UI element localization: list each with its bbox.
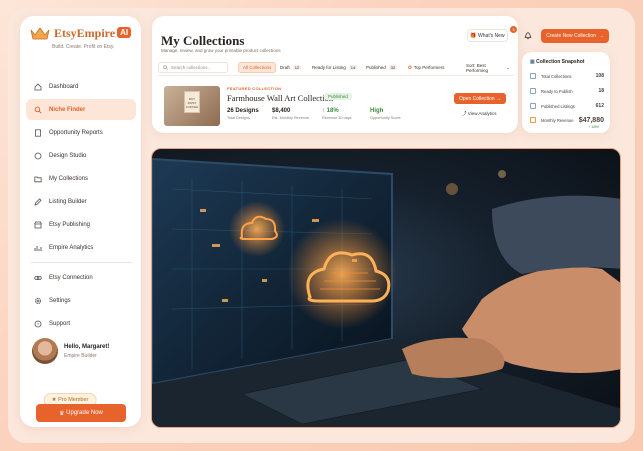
sidebar-item-settings[interactable]: Settings xyxy=(26,290,136,311)
collection-thumbnail: BUT FIRST COFFEE xyxy=(164,86,220,126)
link-icon xyxy=(34,275,42,280)
sidebar-item-label: Design Studio xyxy=(49,152,87,159)
stat-opportunity: High Opportunity Score xyxy=(370,108,401,120)
brand-name: EtsyEmpire AI xyxy=(54,26,132,41)
sidebar-nav: Dashboard Niche Finder Opportunity Repor… xyxy=(26,76,136,336)
featured-collection-card[interactable]: BUT FIRST COFFEE FEATURED COLLECTION Far… xyxy=(158,86,514,128)
sidebar-item-opportunity-reports[interactable]: Opportunity Reports xyxy=(26,122,136,143)
crown-icon xyxy=(30,26,50,39)
sidebar-item-etsy-connection[interactable]: Etsy Connection xyxy=(26,267,136,288)
sidebar-item-niche-finder[interactable]: Niche Finder xyxy=(26,99,136,120)
hero-image xyxy=(151,148,621,428)
svg-text:?: ? xyxy=(37,321,40,326)
profile-greeting: Hello, Margaret! xyxy=(64,343,110,350)
sort-select[interactable]: Sort: Best Performing ⌄ xyxy=(462,62,514,73)
gear-icon xyxy=(34,297,42,304)
collection-snapshot: ▦ Collection Snapshot Total Collections 1… xyxy=(522,52,610,133)
sidebar-item-empire-analytics[interactable]: Empire Analytics xyxy=(26,237,136,258)
sidebar-item-label: Etsy Publishing xyxy=(49,221,91,228)
sidebar-item-label: Etsy Connection xyxy=(49,274,93,281)
star-icon: ✪ xyxy=(408,64,412,70)
snapshot-growth: ↑ 18% xyxy=(588,124,600,129)
filter-chip-all[interactable]: All Collections xyxy=(238,62,277,73)
shop-icon xyxy=(530,103,536,109)
user-profile[interactable]: Hello, Margaret! Empire Builder ⌄ xyxy=(32,338,157,364)
filter-bar: Search collections... All Collections Dr… xyxy=(158,62,514,76)
sidebar-item-label: My Collections xyxy=(49,175,89,182)
chip-count: 12 xyxy=(292,65,302,70)
home-icon xyxy=(34,82,42,90)
status-badge: Published xyxy=(324,93,352,100)
nav-divider xyxy=(30,262,132,263)
grid-icon: ▦ xyxy=(530,59,535,65)
sidebar-item-label: Settings xyxy=(49,297,71,304)
open-collection-button[interactable]: Open Collection → xyxy=(454,93,506,104)
sidebar-item-dashboard[interactable]: Dashboard xyxy=(26,76,136,97)
bell-icon[interactable] xyxy=(524,31,532,40)
folder-icon xyxy=(34,176,42,182)
check-icon xyxy=(530,88,536,94)
search-icon xyxy=(34,106,42,114)
laptop-cloud-illustration xyxy=(152,157,620,427)
featured-tag: FEATURED COLLECTION xyxy=(227,86,282,91)
filter-chip-top-performers[interactable]: ✪ Top Performers xyxy=(404,62,449,73)
snapshot-row-total: Total Collections 108 xyxy=(530,71,604,81)
tagline: Build. Create. Profit on Etsy. xyxy=(52,44,115,50)
palette-icon xyxy=(34,152,42,159)
avatar xyxy=(32,338,58,364)
sidebar-item-label: Dashboard xyxy=(49,83,79,90)
chart-icon xyxy=(34,245,42,251)
sidebar-item-my-collections[interactable]: My Collections xyxy=(26,168,136,189)
pencil-icon xyxy=(34,197,42,206)
whats-new-button[interactable]: 🎁 What's New xyxy=(467,29,508,42)
filter-chip-published[interactable]: Published 32 xyxy=(362,62,401,73)
sidebar-item-label: Empire Analytics xyxy=(49,244,94,251)
file-icon xyxy=(35,128,41,137)
search-input[interactable]: Search collections... xyxy=(158,62,228,73)
profile-role: Empire Builder xyxy=(64,352,97,359)
collections-panel: My Collections Manage, review, and grow … xyxy=(152,16,518,133)
chip-count: 32 xyxy=(388,65,398,70)
notification-count-badge: 3 xyxy=(510,26,517,33)
sidebar: EtsyEmpire AI Build. Create. Profit on Et… xyxy=(20,16,157,427)
folder-icon xyxy=(530,73,536,79)
sidebar-item-label: Support xyxy=(49,320,71,327)
logo[interactable]: EtsyEmpire AI xyxy=(30,26,132,41)
sidebar-item-label: Listing Builder xyxy=(49,198,87,205)
view-analytics-link[interactable]: ⤴ View Analytics xyxy=(462,111,496,117)
page-subtitle: Manage, review, and grow your printable … xyxy=(161,48,281,53)
search-icon xyxy=(163,65,168,70)
snapshot-row-ready: Ready to Publish 18 xyxy=(530,86,604,96)
thumb-poster: BUT FIRST COFFEE xyxy=(184,91,200,113)
sidebar-item-support[interactable]: ? Support xyxy=(26,313,136,334)
chip-count: 14 xyxy=(348,65,358,70)
shop-icon xyxy=(34,221,42,228)
stat-growth: ↑ 18% Revenue 30 days xyxy=(322,108,352,120)
brand-ai-badge: AI xyxy=(117,27,132,38)
dollar-icon xyxy=(530,117,536,123)
filter-chip-ready[interactable]: Ready for Listing 14 xyxy=(308,62,361,73)
sidebar-item-etsy-publishing[interactable]: Etsy Publishing xyxy=(26,214,136,235)
upgrade-button[interactable]: ♛ Upgrade Now xyxy=(36,404,126,422)
filter-chip-draft[interactable]: Draft 12 xyxy=(276,62,305,73)
page-title: My Collections xyxy=(161,33,245,48)
sidebar-item-label: Niche Finder xyxy=(49,106,86,113)
stat-designs: 26 Designs Total Designs xyxy=(227,108,259,120)
sidebar-item-label: Opportunity Reports xyxy=(49,129,103,136)
create-collection-button[interactable]: Create New Collection → xyxy=(541,29,609,43)
stat-revenue: $8,400 Est. Monthly Revenue xyxy=(272,108,310,120)
sidebar-item-listing-builder[interactable]: Listing Builder xyxy=(26,191,136,212)
help-icon: ? xyxy=(34,320,42,327)
snapshot-title: ▦ Collection Snapshot xyxy=(530,59,585,65)
snapshot-row-published: Published Listings 612 xyxy=(530,101,604,111)
collection-name: Farmhouse Wall Art Collection xyxy=(227,93,334,103)
sidebar-item-design-studio[interactable]: Design Studio xyxy=(26,145,136,166)
